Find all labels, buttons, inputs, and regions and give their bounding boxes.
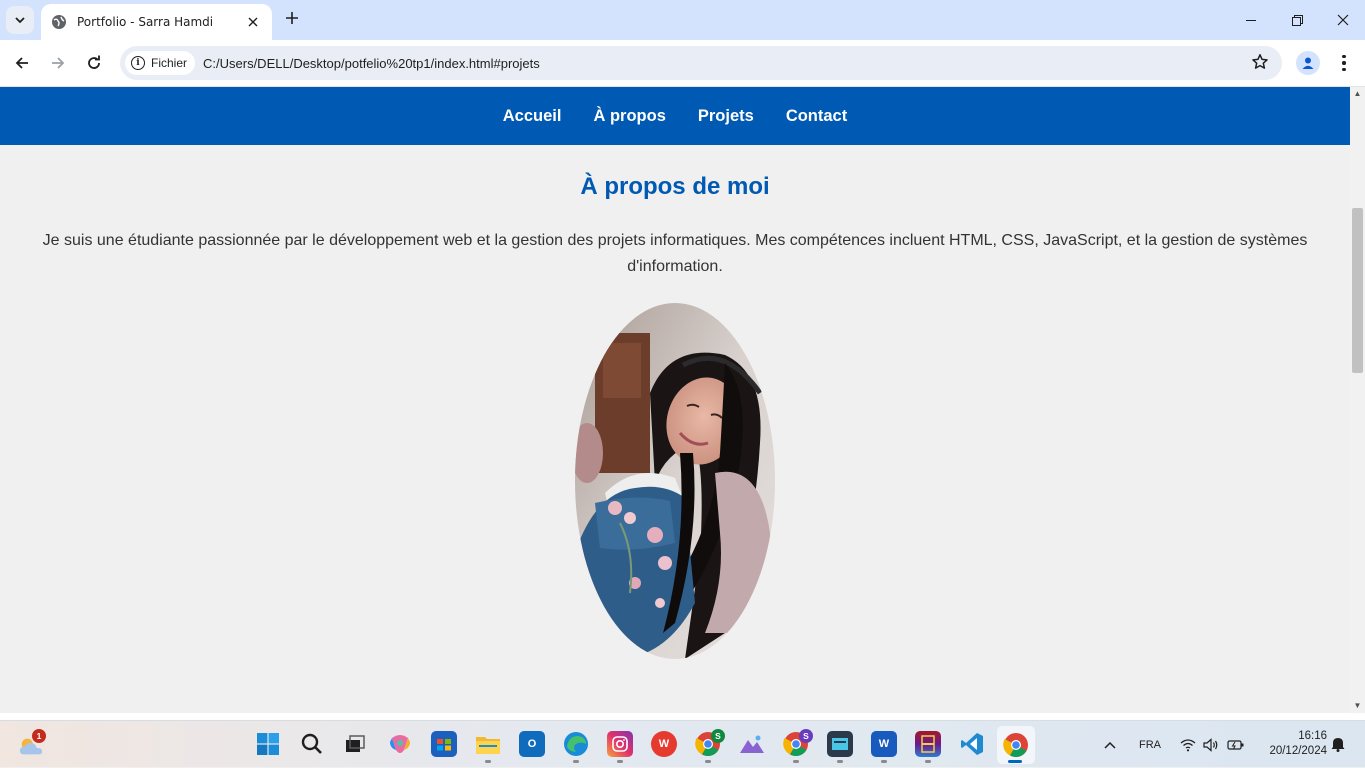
instagram-icon[interactable] [607,731,633,757]
plus-icon [286,12,298,24]
clock-date: 20/12/2024 [1269,745,1327,757]
nav-link-a-propos[interactable]: À propos [593,107,665,126]
browser-tab-bar: Portfolio - Sarra Hamdi [0,0,1365,40]
chrome-active-icon[interactable] [997,726,1035,764]
site-info-label: Fichier [151,56,188,70]
battery-icon[interactable] [1227,721,1245,768]
reload-button[interactable] [80,49,108,77]
back-button[interactable] [8,49,36,77]
tray-overflow-icon[interactable] [1103,721,1117,768]
running-indicator [573,760,579,763]
wps-office-icon[interactable]: W [651,731,677,757]
globe-icon [52,15,66,29]
chrome-profile-2-badge: S [799,729,813,743]
nav-link-contact[interactable]: Contact [786,107,847,126]
wifi-icon[interactable] [1180,721,1196,768]
word-icon[interactable]: W [871,731,897,757]
clock-time: 16:16 [1298,730,1327,742]
edge-browser-icon[interactable] [563,731,589,757]
close-window-button[interactable] [1320,0,1365,40]
volume-icon[interactable] [1203,721,1219,768]
info-icon: i [131,56,145,70]
copilot-icon[interactable] [387,731,413,757]
running-indicator [617,760,623,763]
outlook-icon[interactable]: O [519,731,545,757]
windows-taskbar: 1 O W S S W FRA 16:16 20/12/2024 [0,720,1365,767]
running-indicator [925,760,931,763]
chevron-down-icon [15,17,25,24]
notification-bell-icon[interactable] [1331,721,1345,768]
vscode-icon[interactable] [959,731,985,757]
bookmark-star-icon[interactable] [1250,53,1270,73]
terminal-icon[interactable] [827,731,853,757]
minimize-button[interactable] [1228,0,1274,40]
restore-button[interactable] [1274,0,1320,40]
arrow-right-icon [52,57,65,69]
active-tab[interactable]: Portfolio - Sarra Hamdi [41,4,272,40]
weather-notification-badge: 1 [32,729,46,743]
about-section-title: À propos de moi [580,173,770,200]
running-indicator [705,760,711,763]
tab-title: Portfolio - Sarra Hamdi [77,15,214,29]
page-viewport: Accueil À propos Projets Contact À propo… [0,87,1350,713]
reload-icon [88,55,100,69]
running-indicator [837,760,843,763]
system-clock[interactable]: 16:16 20/12/2024 [1257,729,1327,759]
site-info-chip[interactable]: i Fichier [125,51,196,75]
minimize-icon [1245,19,1256,21]
site-navbar: Accueil À propos Projets Contact [0,87,1350,145]
scroll-down-arrow-icon[interactable]: ▼ [1350,699,1365,713]
url-text[interactable]: C:/Users/DELL/Desktop/potfelio%20tp1/ind… [203,56,540,71]
new-tab-button[interactable] [281,9,303,31]
nav-link-accueil[interactable]: Accueil [503,107,562,126]
arrow-left-icon [15,57,28,69]
close-icon [1337,14,1349,26]
address-bar[interactable]: i Fichier C:/Users/DELL/Desktop/potfelio… [120,46,1282,80]
browser-menu-icon[interactable] [1334,51,1354,75]
running-indicator [881,760,887,763]
person-icon [1302,57,1314,69]
running-indicator [793,760,799,763]
file-explorer-icon[interactable] [475,731,501,757]
active-indicator [1008,760,1022,763]
windows-logo-icon [257,733,279,755]
task-view-icon[interactable] [342,731,368,757]
start-button[interactable] [255,731,281,757]
profile-button[interactable] [1296,51,1320,75]
winrar-icon[interactable] [915,731,941,757]
running-indicator [485,760,491,763]
tab-close-icon[interactable] [244,13,262,31]
scrollbar-thumb[interactable] [1352,208,1363,373]
restore-icon [1291,14,1303,26]
search-icon[interactable] [299,731,325,757]
about-section-text: Je suis une étudiante passionnée par le … [42,232,1308,275]
microsoft-store-icon[interactable] [431,731,457,757]
language-indicator[interactable]: FRA [1139,721,1161,768]
page-scrollbar[interactable]: ▲ ▼ [1350,87,1365,713]
profile-photo [575,303,775,659]
bottom-edge [0,713,1365,720]
tab-search-button[interactable] [6,6,34,34]
photos-icon[interactable] [739,731,765,757]
nav-link-projets[interactable]: Projets [698,107,754,126]
forward-button[interactable] [44,49,72,77]
chrome-profile-badge: S [711,729,725,743]
scroll-up-arrow-icon[interactable]: ▲ [1350,87,1365,101]
browser-toolbar: i Fichier C:/Users/DELL/Desktop/potfelio… [0,40,1365,87]
